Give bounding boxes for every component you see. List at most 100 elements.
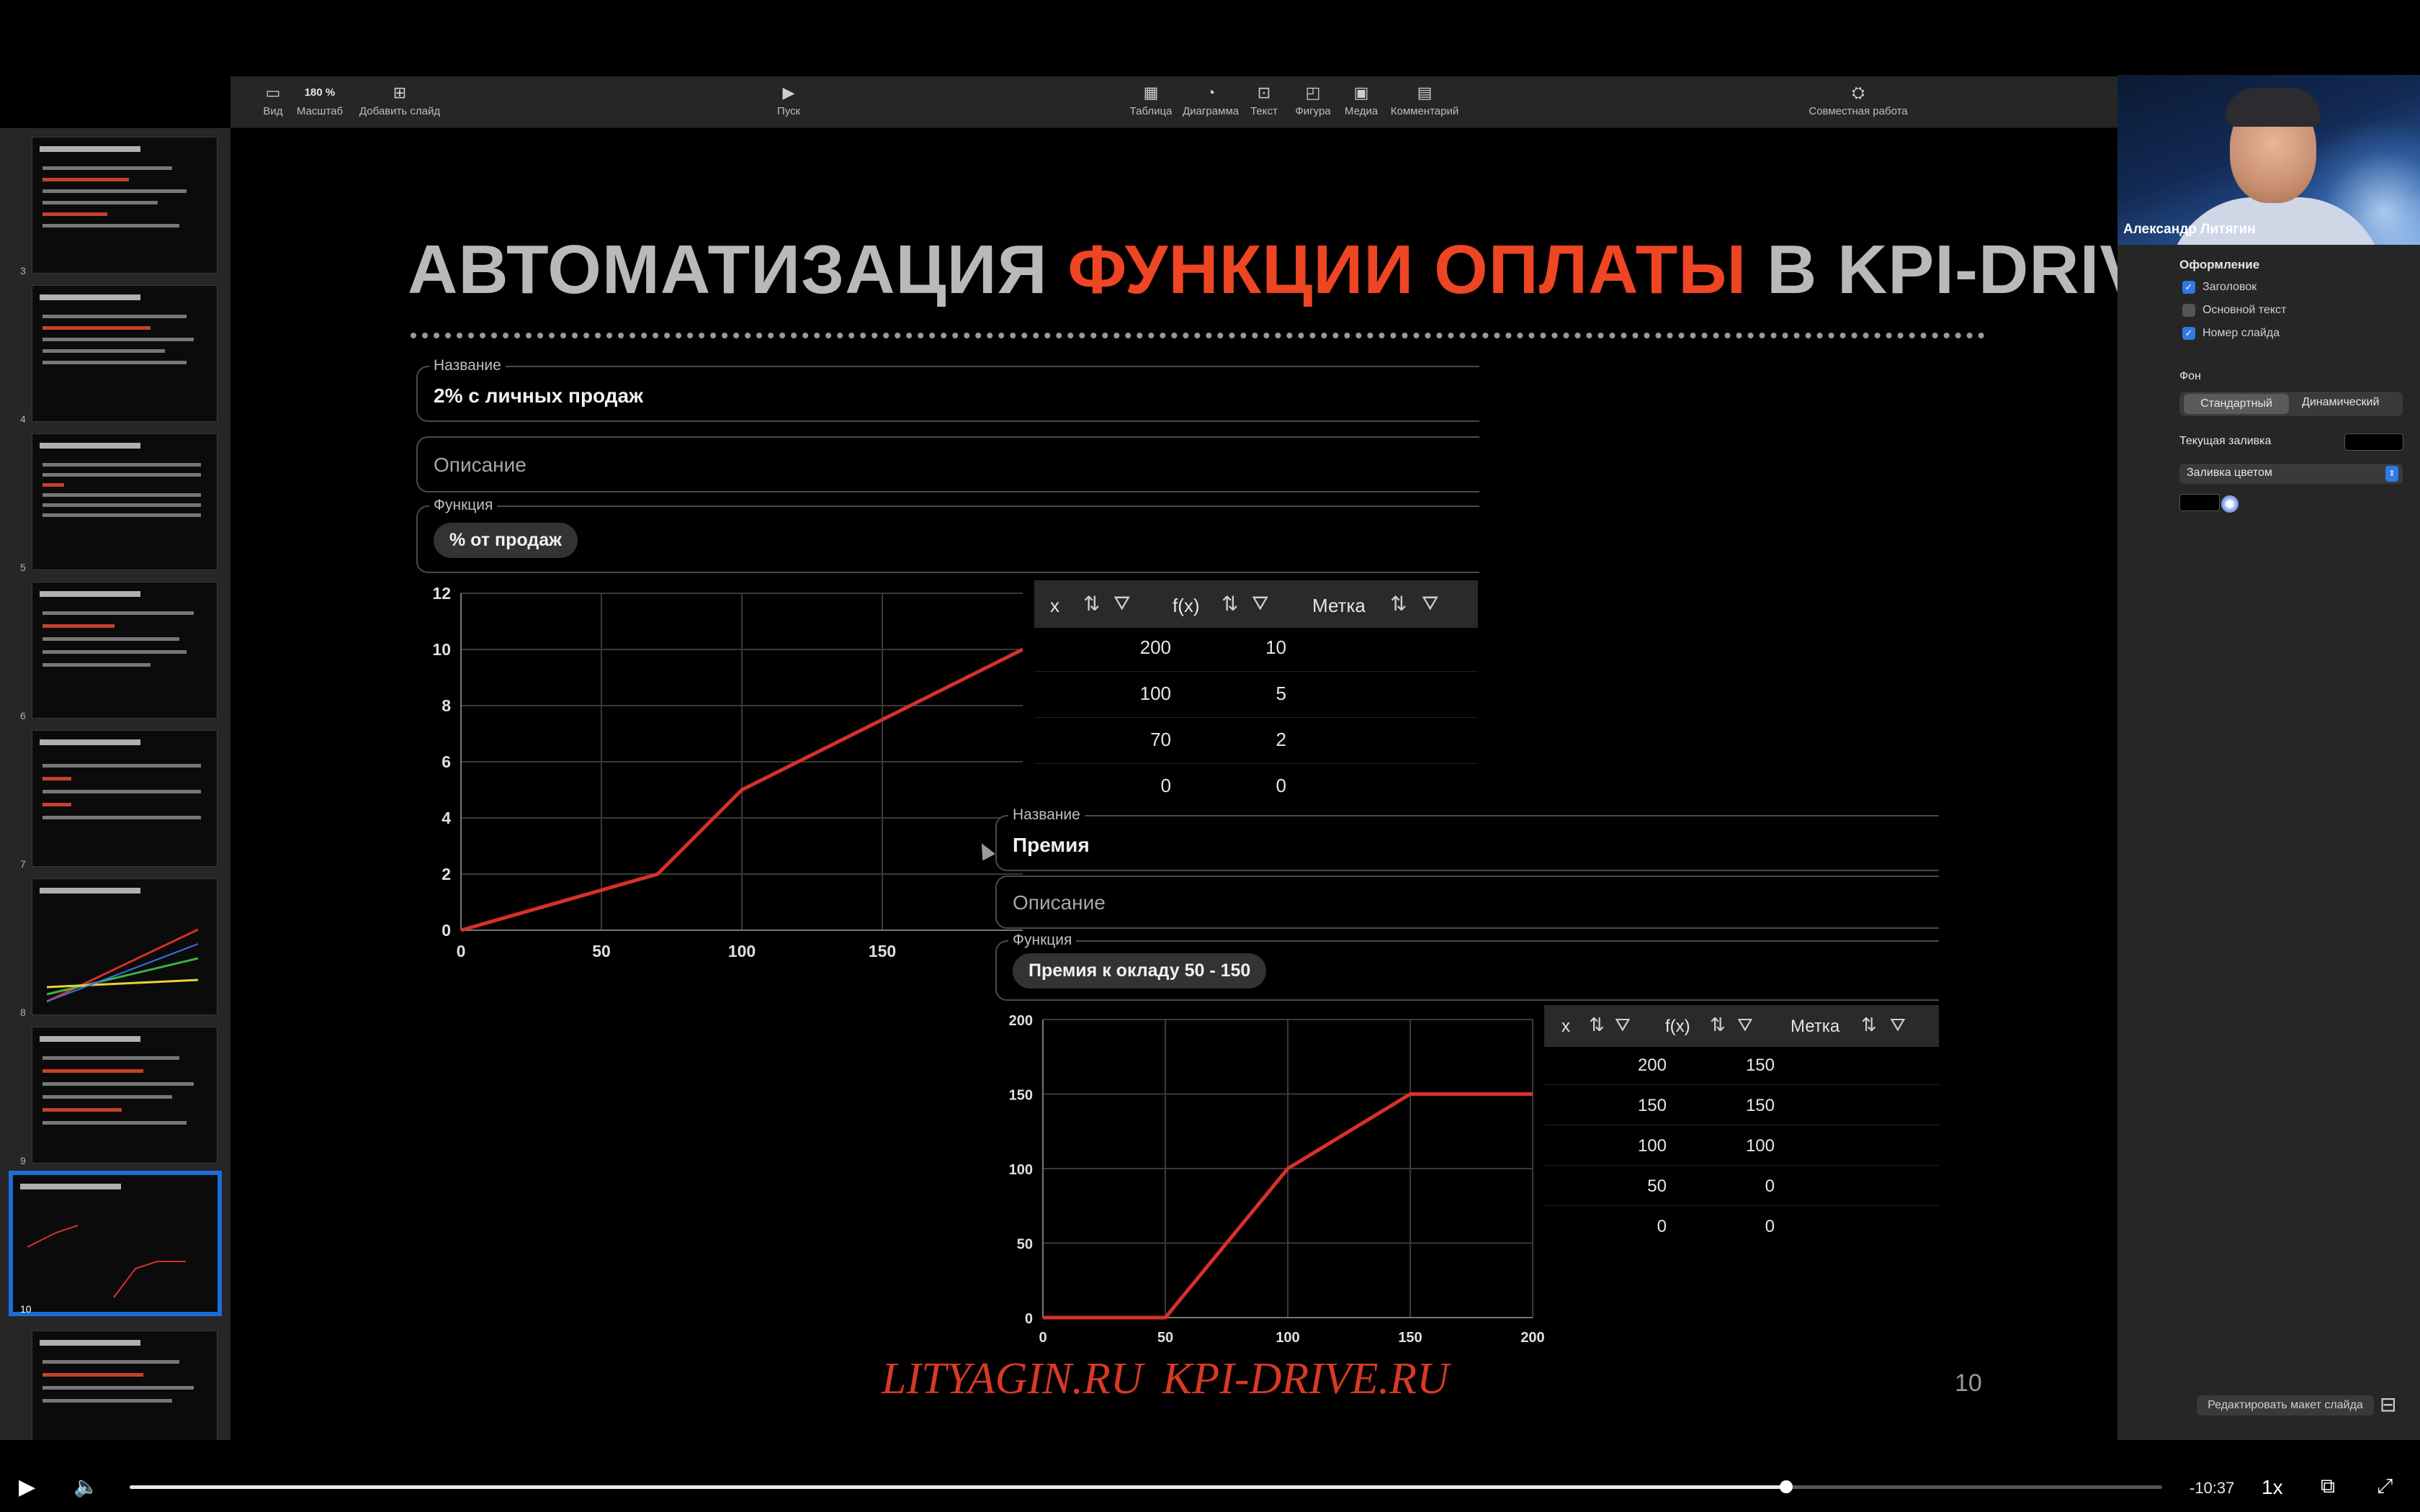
slide-thumbnail[interactable] — [32, 433, 218, 570]
shape-button[interactable]: ◰ Фигура — [1289, 84, 1337, 124]
column-header-fx[interactable]: f(x) — [1173, 595, 1200, 617]
filter-icon[interactable]: ⛛ — [1252, 592, 1269, 616]
fill-type-select[interactable]: Заливка цветом ⇕ — [2179, 464, 2403, 484]
media-button[interactable]: ▣ Медиа — [1340, 84, 1383, 124]
picture-in-picture-icon[interactable]: ⧉ — [2321, 1475, 2335, 1498]
table-cell: 100 — [1139, 683, 1171, 704]
color-picker-icon[interactable] — [2221, 495, 2238, 513]
slide-number: 10 — [1955, 1369, 1982, 1397]
add-slide-button[interactable]: ⊞ Добавить слайд — [353, 84, 447, 124]
table-cell: 2 — [1276, 729, 1286, 750]
fullscreen-icon[interactable]: ⤢ — [2377, 1475, 2393, 1498]
current-fill-swatch[interactable] — [2344, 433, 2403, 451]
webcam-video: Александр Литягин — [2118, 75, 2420, 245]
x-tick-label: 100 — [728, 942, 756, 960]
format-inspector — [2118, 245, 2420, 1440]
collaborate-button[interactable]: ⛭ Совместная работа — [1801, 84, 1916, 124]
chart-button[interactable]: ◔ Диаграмма — [1178, 84, 1243, 124]
table-cell: 100 — [1637, 1136, 1667, 1156]
description-field-1[interactable]: Описание — [416, 436, 1479, 492]
color-well[interactable] — [2179, 494, 2220, 511]
filter-icon[interactable]: ⛛ — [1615, 1014, 1631, 1037]
text-button[interactable]: ⊡ Текст — [1246, 84, 1282, 124]
slide-thumbnail[interactable] — [32, 582, 218, 719]
description-field-2[interactable]: Описание — [995, 876, 1939, 929]
checkbox-body[interactable]: Основной текст — [2182, 304, 2286, 317]
function-chip-1[interactable]: % от продаж — [434, 523, 578, 558]
name-field-2[interactable]: Название Премия — [995, 806, 1939, 871]
y-tick-label: 8 — [442, 696, 451, 715]
thumbnail-number: 7 — [20, 858, 26, 870]
y-tick-label: 6 — [442, 752, 451, 771]
seek-handle[interactable] — [1779, 1480, 1793, 1493]
edit-layout-button[interactable]: Редактировать макет слайда — [2197, 1395, 2374, 1416]
function-chip-2[interactable]: Премия к окладу 50 - 150 — [1013, 953, 1267, 989]
inspector-section-title: Оформление — [2179, 258, 2260, 271]
filter-icon[interactable]: ⛛ — [1422, 592, 1439, 616]
checkbox-slide-number[interactable]: ✓ Номер слайда — [2182, 327, 2280, 340]
filter-icon[interactable]: ⛛ — [1113, 592, 1131, 616]
column-header-fx[interactable]: f(x) — [1665, 1017, 1690, 1037]
seek-bar[interactable] — [130, 1480, 2162, 1493]
column-header-x[interactable]: x — [1050, 595, 1059, 617]
table-button[interactable]: ▦ Таблица — [1124, 84, 1178, 124]
table-cell: 5 — [1276, 683, 1286, 704]
slide-thumbnail[interactable] — [32, 1027, 218, 1164]
slide-thumbnail[interactable] — [32, 285, 218, 422]
sort-icon[interactable]: ⇅ — [1589, 1014, 1605, 1036]
sort-icon[interactable]: ⇅ — [1222, 592, 1238, 616]
table-2: x ⇅ ⛛ f(x) ⇅ ⛛ Метка ⇅ ⛛ 200 150 150 150… — [1544, 1005, 1939, 1250]
sort-icon[interactable]: ⇅ — [1861, 1014, 1877, 1036]
y-tick-label: 4 — [442, 809, 451, 827]
thumbnail-chart — [27, 1225, 186, 1298]
zoom-value: 180 % — [304, 86, 336, 99]
slide-thumbnail-active[interactable] — [9, 1171, 222, 1316]
column-header-x[interactable]: x — [1561, 1017, 1570, 1037]
name-field-1[interactable]: Название 2% с личных продаж — [416, 357, 1479, 422]
media-icon: ▣ — [1353, 84, 1369, 102]
sort-icon[interactable]: ⇅ — [1390, 592, 1407, 616]
chevron-updown-icon: ⇕ — [2385, 466, 2398, 482]
comment-button[interactable]: ▤ Комментарий — [1387, 84, 1462, 124]
slide-thumbnail[interactable] — [32, 137, 218, 274]
column-header-label[interactable]: Метка — [1312, 595, 1366, 617]
slide-thumbnail[interactable] — [32, 1331, 218, 1440]
table-cell: 150 — [1745, 1056, 1775, 1075]
function-field-2[interactable]: Функция Премия к окладу 50 - 150 — [995, 932, 1939, 1001]
current-fill-label: Текущая заливка — [2179, 435, 2272, 447]
add-slide-icon: ⊞ — [393, 84, 407, 102]
x-tick-label: 0 — [457, 942, 466, 960]
sort-icon[interactable]: ⇅ — [1083, 592, 1100, 616]
y-tick-label: 150 — [1009, 1088, 1033, 1104]
table-cell: 100 — [1745, 1136, 1775, 1156]
x-tick-label: 0 — [1039, 1330, 1047, 1346]
shape-icon: ◰ — [1305, 84, 1321, 102]
layout-icon[interactable]: ⊟ — [2380, 1392, 2396, 1416]
tab-dynamic[interactable]: Динамический — [2302, 396, 2380, 409]
function-field-1[interactable]: Функция % от продаж — [416, 497, 1479, 573]
presenter-name: Александр Литягин — [2123, 222, 2256, 237]
volume-icon[interactable]: 🔈 — [73, 1475, 99, 1498]
slide-thumbnail[interactable] — [32, 878, 218, 1015]
checkbox-title[interactable]: ✓ Заголовок — [2182, 281, 2257, 294]
play-button[interactable]: ▶ Пуск — [763, 84, 814, 124]
footer-links[interactable]: LITYAGIN.RU KPI-DRIVE.RU — [882, 1354, 1449, 1405]
slide-title[interactable]: АВТОМАТИЗАЦИЯ ФУНКЦИИ ОПЛАТЫ В KPI-DRIVE — [408, 230, 2193, 310]
table-cell: 70 — [1150, 729, 1171, 750]
tab-standard[interactable]: Стандартный — [2184, 394, 2289, 414]
play-icon[interactable]: ▶ — [19, 1475, 35, 1500]
filter-icon[interactable]: ⛛ — [1737, 1014, 1753, 1037]
playback-rate[interactable]: 1x — [2262, 1476, 2283, 1499]
column-header-label[interactable]: Метка — [1791, 1017, 1839, 1037]
x-tick-label: 50 — [1157, 1330, 1173, 1346]
zoom-button[interactable]: 180 % Масштаб — [291, 84, 349, 124]
background-segmented-control: Стандартный Динамический — [2179, 392, 2403, 416]
y-tick-label: 100 — [1009, 1162, 1033, 1178]
toolbar: ▭ Вид 180 % Масштаб ⊞ Добавить слайд ▶ П… — [230, 76, 2118, 128]
time-remaining: -10:37 — [2190, 1479, 2235, 1497]
x-tick-label: 150 — [869, 942, 896, 960]
slide-thumbnail[interactable] — [32, 730, 218, 867]
x-tick-label: 100 — [1276, 1330, 1299, 1346]
filter-icon[interactable]: ⛛ — [1890, 1014, 1906, 1037]
sort-icon[interactable]: ⇅ — [1710, 1014, 1726, 1036]
